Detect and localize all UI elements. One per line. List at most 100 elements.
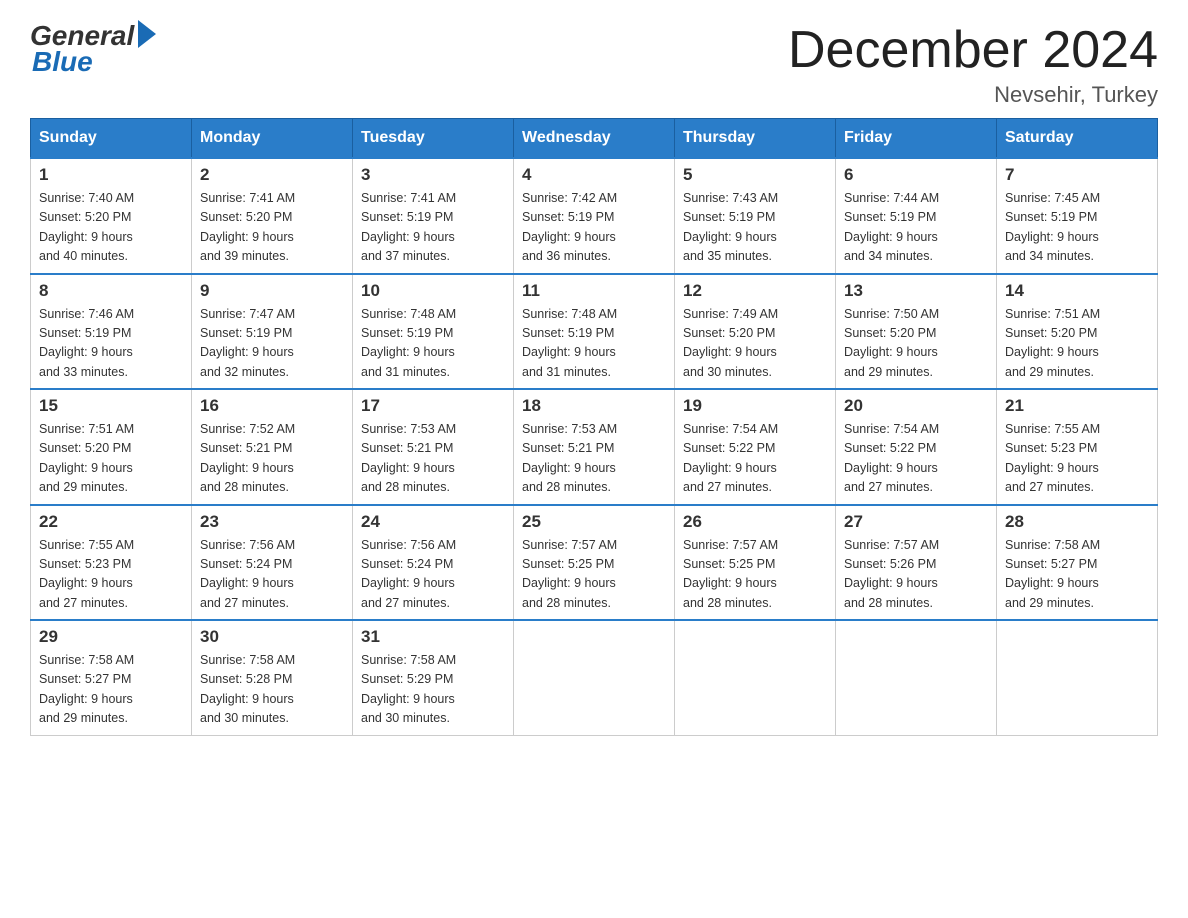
day-number: 17 [361,396,505,416]
day-number: 3 [361,165,505,185]
day-number: 28 [1005,512,1149,532]
calendar-cell: 3 Sunrise: 7:41 AM Sunset: 5:19 PM Dayli… [353,158,514,274]
header-saturday: Saturday [997,119,1158,159]
day-info: Sunrise: 7:49 AM Sunset: 5:20 PM Dayligh… [683,305,827,383]
day-number: 29 [39,627,183,647]
day-number: 7 [1005,165,1149,185]
day-number: 13 [844,281,988,301]
logo-arrow-icon [138,20,156,48]
calendar-cell: 15 Sunrise: 7:51 AM Sunset: 5:20 PM Dayl… [31,389,192,505]
day-number: 25 [522,512,666,532]
day-number: 16 [200,396,344,416]
day-info: Sunrise: 7:54 AM Sunset: 5:22 PM Dayligh… [683,420,827,498]
day-info: Sunrise: 7:43 AM Sunset: 5:19 PM Dayligh… [683,189,827,267]
day-info: Sunrise: 7:48 AM Sunset: 5:19 PM Dayligh… [361,305,505,383]
day-info: Sunrise: 7:46 AM Sunset: 5:19 PM Dayligh… [39,305,183,383]
calendar-cell [514,620,675,735]
day-info: Sunrise: 7:47 AM Sunset: 5:19 PM Dayligh… [200,305,344,383]
header-thursday: Thursday [675,119,836,159]
day-number: 20 [844,396,988,416]
calendar-cell: 21 Sunrise: 7:55 AM Sunset: 5:23 PM Dayl… [997,389,1158,505]
calendar-cell: 9 Sunrise: 7:47 AM Sunset: 5:19 PM Dayli… [192,274,353,390]
day-number: 1 [39,165,183,185]
day-number: 15 [39,396,183,416]
day-number: 12 [683,281,827,301]
day-info: Sunrise: 7:56 AM Sunset: 5:24 PM Dayligh… [200,536,344,614]
calendar-cell: 27 Sunrise: 7:57 AM Sunset: 5:26 PM Dayl… [836,505,997,621]
day-info: Sunrise: 7:50 AM Sunset: 5:20 PM Dayligh… [844,305,988,383]
header-sunday: Sunday [31,119,192,159]
calendar-cell: 13 Sunrise: 7:50 AM Sunset: 5:20 PM Dayl… [836,274,997,390]
title-section: December 2024 Nevsehir, Turkey [788,20,1158,108]
day-number: 31 [361,627,505,647]
day-info: Sunrise: 7:40 AM Sunset: 5:20 PM Dayligh… [39,189,183,267]
day-number: 19 [683,396,827,416]
calendar-cell: 4 Sunrise: 7:42 AM Sunset: 5:19 PM Dayli… [514,158,675,274]
day-info: Sunrise: 7:53 AM Sunset: 5:21 PM Dayligh… [522,420,666,498]
calendar-cell: 17 Sunrise: 7:53 AM Sunset: 5:21 PM Dayl… [353,389,514,505]
day-number: 24 [361,512,505,532]
day-number: 5 [683,165,827,185]
calendar-cell: 8 Sunrise: 7:46 AM Sunset: 5:19 PM Dayli… [31,274,192,390]
day-info: Sunrise: 7:58 AM Sunset: 5:27 PM Dayligh… [39,651,183,729]
day-info: Sunrise: 7:57 AM Sunset: 5:25 PM Dayligh… [683,536,827,614]
calendar-cell: 12 Sunrise: 7:49 AM Sunset: 5:20 PM Dayl… [675,274,836,390]
calendar-cell: 7 Sunrise: 7:45 AM Sunset: 5:19 PM Dayli… [997,158,1158,274]
calendar-cell: 19 Sunrise: 7:54 AM Sunset: 5:22 PM Dayl… [675,389,836,505]
day-number: 21 [1005,396,1149,416]
day-number: 27 [844,512,988,532]
month-title: December 2024 [788,20,1158,80]
day-number: 10 [361,281,505,301]
logo-blue-text: Blue [30,46,93,78]
day-info: Sunrise: 7:57 AM Sunset: 5:25 PM Dayligh… [522,536,666,614]
day-info: Sunrise: 7:41 AM Sunset: 5:19 PM Dayligh… [361,189,505,267]
header-wednesday: Wednesday [514,119,675,159]
day-info: Sunrise: 7:52 AM Sunset: 5:21 PM Dayligh… [200,420,344,498]
calendar-cell: 28 Sunrise: 7:58 AM Sunset: 5:27 PM Dayl… [997,505,1158,621]
calendar-cell: 2 Sunrise: 7:41 AM Sunset: 5:20 PM Dayli… [192,158,353,274]
day-number: 23 [200,512,344,532]
day-info: Sunrise: 7:58 AM Sunset: 5:28 PM Dayligh… [200,651,344,729]
calendar-cell: 1 Sunrise: 7:40 AM Sunset: 5:20 PM Dayli… [31,158,192,274]
day-info: Sunrise: 7:57 AM Sunset: 5:26 PM Dayligh… [844,536,988,614]
day-info: Sunrise: 7:54 AM Sunset: 5:22 PM Dayligh… [844,420,988,498]
day-info: Sunrise: 7:56 AM Sunset: 5:24 PM Dayligh… [361,536,505,614]
day-number: 9 [200,281,344,301]
calendar-cell: 6 Sunrise: 7:44 AM Sunset: 5:19 PM Dayli… [836,158,997,274]
calendar-cell: 25 Sunrise: 7:57 AM Sunset: 5:25 PM Dayl… [514,505,675,621]
day-number: 30 [200,627,344,647]
logo: General Blue [30,20,156,78]
week-row-2: 8 Sunrise: 7:46 AM Sunset: 5:19 PM Dayli… [31,274,1158,390]
calendar-cell: 24 Sunrise: 7:56 AM Sunset: 5:24 PM Dayl… [353,505,514,621]
calendar-cell: 14 Sunrise: 7:51 AM Sunset: 5:20 PM Dayl… [997,274,1158,390]
calendar-cell: 5 Sunrise: 7:43 AM Sunset: 5:19 PM Dayli… [675,158,836,274]
day-info: Sunrise: 7:51 AM Sunset: 5:20 PM Dayligh… [1005,305,1149,383]
day-info: Sunrise: 7:58 AM Sunset: 5:27 PM Dayligh… [1005,536,1149,614]
day-number: 22 [39,512,183,532]
calendar-cell: 29 Sunrise: 7:58 AM Sunset: 5:27 PM Dayl… [31,620,192,735]
day-info: Sunrise: 7:51 AM Sunset: 5:20 PM Dayligh… [39,420,183,498]
page-header: General Blue December 2024 Nevsehir, Tur… [30,20,1158,108]
day-number: 14 [1005,281,1149,301]
day-info: Sunrise: 7:55 AM Sunset: 5:23 PM Dayligh… [1005,420,1149,498]
week-row-1: 1 Sunrise: 7:40 AM Sunset: 5:20 PM Dayli… [31,158,1158,274]
calendar-cell: 16 Sunrise: 7:52 AM Sunset: 5:21 PM Dayl… [192,389,353,505]
header-tuesday: Tuesday [353,119,514,159]
day-info: Sunrise: 7:55 AM Sunset: 5:23 PM Dayligh… [39,536,183,614]
calendar-cell: 22 Sunrise: 7:55 AM Sunset: 5:23 PM Dayl… [31,505,192,621]
day-info: Sunrise: 7:58 AM Sunset: 5:29 PM Dayligh… [361,651,505,729]
header-monday: Monday [192,119,353,159]
calendar-cell: 18 Sunrise: 7:53 AM Sunset: 5:21 PM Dayl… [514,389,675,505]
calendar-cell: 31 Sunrise: 7:58 AM Sunset: 5:29 PM Dayl… [353,620,514,735]
day-info: Sunrise: 7:48 AM Sunset: 5:19 PM Dayligh… [522,305,666,383]
calendar-cell [675,620,836,735]
header-friday: Friday [836,119,997,159]
calendar-cell [997,620,1158,735]
header-row: SundayMondayTuesdayWednesdayThursdayFrid… [31,119,1158,159]
calendar-cell [836,620,997,735]
day-info: Sunrise: 7:53 AM Sunset: 5:21 PM Dayligh… [361,420,505,498]
calendar-cell: 30 Sunrise: 7:58 AM Sunset: 5:28 PM Dayl… [192,620,353,735]
calendar-cell: 23 Sunrise: 7:56 AM Sunset: 5:24 PM Dayl… [192,505,353,621]
day-info: Sunrise: 7:42 AM Sunset: 5:19 PM Dayligh… [522,189,666,267]
day-number: 6 [844,165,988,185]
